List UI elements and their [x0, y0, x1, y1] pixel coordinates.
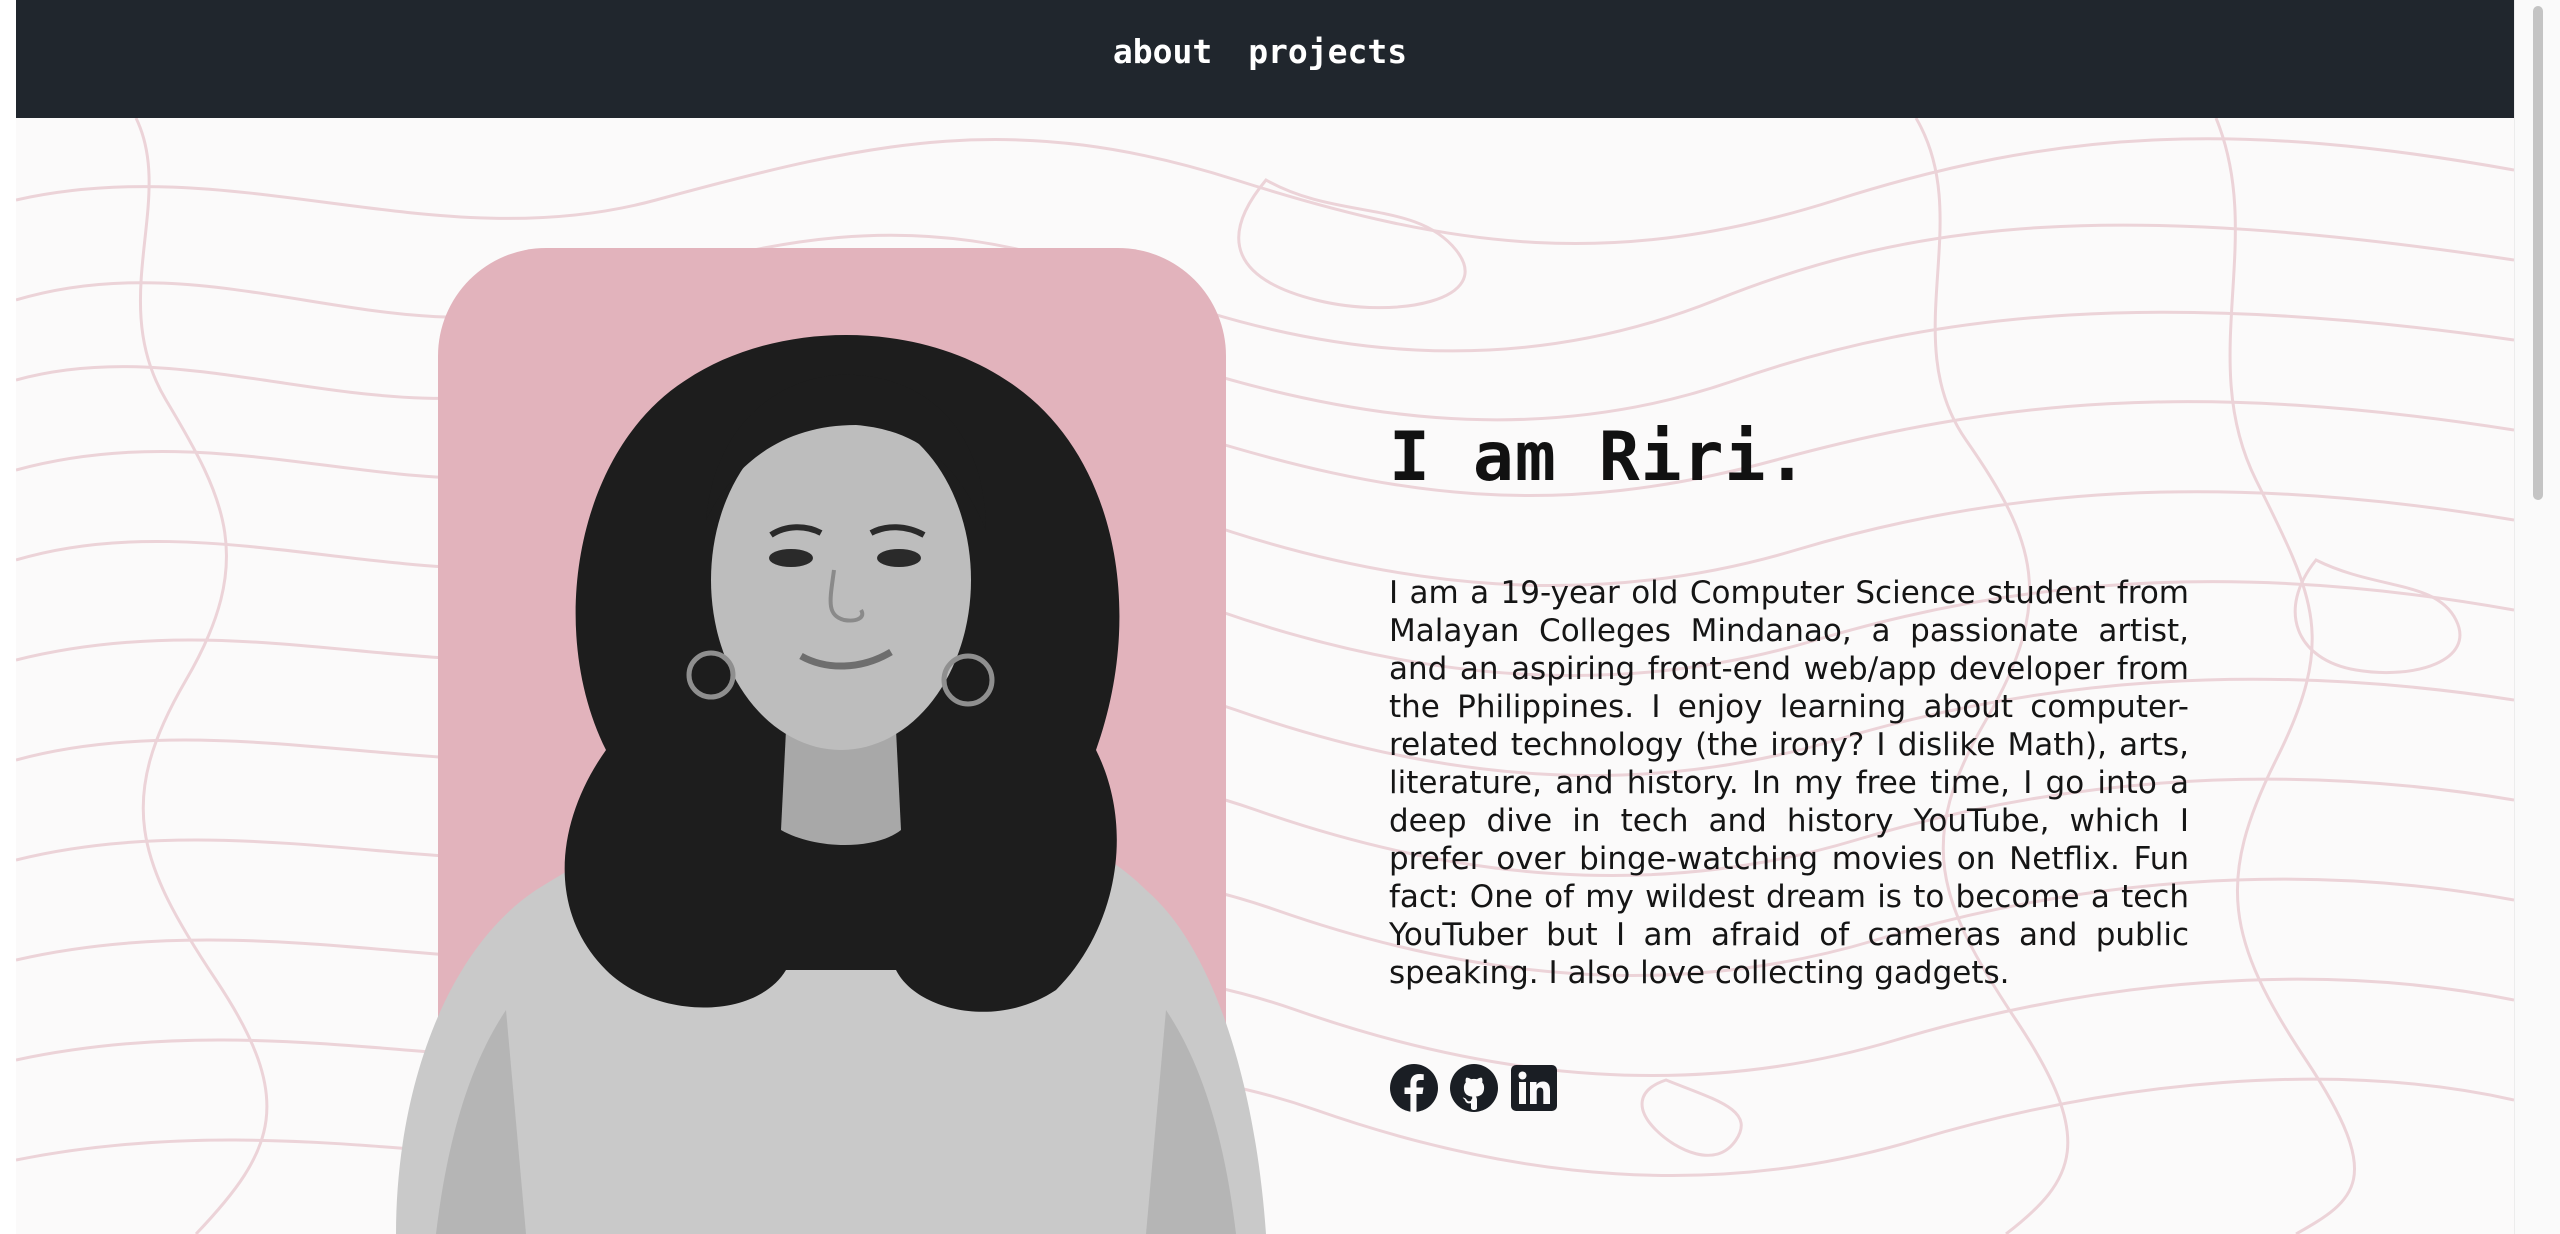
social-links: [1389, 1063, 1559, 1113]
page: about projects I am Riri. I am a 19-year…: [16, 0, 2514, 1234]
facebook-icon[interactable]: [1389, 1063, 1439, 1113]
scrollbar-thumb[interactable]: [2533, 6, 2543, 500]
scrollbar[interactable]: [2514, 0, 2560, 1234]
nav-link-projects[interactable]: projects: [1248, 32, 1407, 71]
hero-heading: I am Riri.: [1389, 418, 1809, 497]
nav-link-about[interactable]: about: [1113, 32, 1212, 71]
linkedin-icon[interactable]: [1509, 1063, 1559, 1113]
navbar: about projects: [16, 0, 2514, 118]
github-icon[interactable]: [1449, 1063, 1499, 1113]
bio-paragraph: I am a 19-year old Computer Science stud…: [1389, 575, 2189, 991]
profile-portrait: [396, 335, 1266, 1234]
